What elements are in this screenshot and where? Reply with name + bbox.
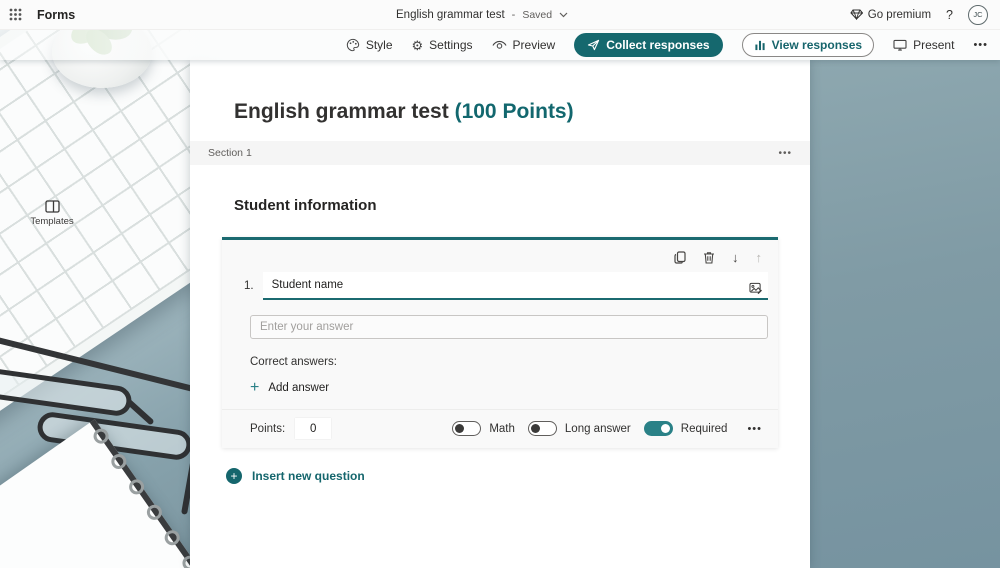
glasses-lens <box>0 366 133 417</box>
chevron-down-icon <box>559 12 568 18</box>
gear-icon: ⚙ <box>412 39 424 52</box>
present-label: Present <box>913 38 954 52</box>
long-answer-toggle-switch[interactable] <box>528 421 557 436</box>
forms-app-window: Templates Forms English grammar test - S… <box>0 0 1000 568</box>
insert-new-question-label: Insert new question <box>252 469 365 483</box>
view-responses-label: View responses <box>772 38 863 52</box>
preview-label: Preview <box>513 38 556 52</box>
settings-button[interactable]: ⚙ Settings <box>412 38 473 52</box>
move-question-up-button: ↑ <box>756 251 763 264</box>
points-input[interactable] <box>295 418 331 439</box>
send-icon <box>587 39 600 51</box>
correct-answers-label: Correct answers: <box>250 356 778 368</box>
math-toggle-switch[interactable] <box>452 421 481 436</box>
collect-responses-label: Collect responses <box>606 38 709 52</box>
section-label: Section 1 <box>208 147 252 159</box>
question-title-row: 1. <box>244 272 768 300</box>
style-label: Style <box>366 38 393 52</box>
form-canvas: English grammar test (100 Points) Sectio… <box>190 60 810 568</box>
go-premium-label: Go premium <box>868 9 931 21</box>
move-question-down-button[interactable]: ↓ <box>732 251 739 264</box>
templates-label: Templates <box>28 216 76 227</box>
answer-preview-input[interactable] <box>250 315 768 339</box>
question-card: ↓ ↑ 1. Cor <box>222 237 778 448</box>
eye-icon <box>492 40 507 50</box>
section-heading[interactable]: Student information <box>234 197 810 214</box>
document-title-group[interactable]: English grammar test - Saved <box>396 0 568 30</box>
math-toggle-label: Math <box>489 423 515 435</box>
app-name: Forms <box>37 8 75 22</box>
plus-circle-icon: + <box>226 468 242 484</box>
insert-media-icon[interactable] <box>749 282 762 294</box>
points-label: Points: <box>250 423 285 435</box>
question-number: 1. <box>244 280 254 300</box>
style-button[interactable]: Style <box>346 38 393 52</box>
question-actions: ↓ ↑ <box>222 240 778 264</box>
diamond-icon <box>850 9 863 20</box>
editor-toolbar: Style ⚙ Settings Preview Collect respons… <box>0 30 1000 60</box>
templates-icon <box>45 200 60 213</box>
account-avatar[interactable]: JC <box>968 5 988 25</box>
settings-label: Settings <box>429 38 472 52</box>
plus-icon: + <box>250 380 259 396</box>
collect-responses-button[interactable]: Collect responses <box>574 33 722 57</box>
present-button[interactable]: Present <box>893 38 954 52</box>
question-title-input[interactable] <box>263 272 768 300</box>
bar-chart-icon <box>754 39 766 51</box>
preview-button[interactable]: Preview <box>492 38 556 52</box>
view-responses-button[interactable]: View responses <box>742 33 875 57</box>
long-answer-toggle[interactable]: Long answer <box>528 421 631 436</box>
glasses-bridge <box>125 398 154 425</box>
question-more-button[interactable]: ••• <box>747 423 762 435</box>
required-toggle[interactable]: Required <box>644 421 728 436</box>
app-launcher-waffle-icon[interactable] <box>9 8 22 21</box>
math-toggle[interactable]: Math <box>452 421 515 436</box>
duplicate-question-button[interactable] <box>674 251 686 264</box>
form-title[interactable]: English grammar test (100 Points) <box>234 100 810 124</box>
save-status: Saved <box>522 9 552 21</box>
toolbar-more-button[interactable]: ••• <box>973 39 988 51</box>
help-button[interactable]: ? <box>946 8 953 22</box>
section-more-button[interactable]: ••• <box>778 148 792 159</box>
palette-icon <box>346 38 360 52</box>
top-app-bar: Forms English grammar test - Saved Go pr… <box>0 0 1000 30</box>
templates-button[interactable]: Templates <box>28 200 76 227</box>
title-divider: - <box>512 9 516 21</box>
desk-surface-right <box>810 30 1000 568</box>
go-premium-button[interactable]: Go premium <box>850 9 931 21</box>
long-answer-toggle-label: Long answer <box>565 423 631 435</box>
add-answer-label: Add answer <box>268 382 329 394</box>
copy-icon <box>674 251 686 264</box>
insert-new-question-button[interactable]: + Insert new question <box>226 468 365 484</box>
required-toggle-switch[interactable] <box>644 421 673 436</box>
add-answer-button[interactable]: + Add answer <box>250 380 329 396</box>
trash-icon <box>703 251 715 264</box>
required-toggle-label: Required <box>681 423 728 435</box>
form-points-total: (100 Points) <box>455 100 574 123</box>
desk-photo-background: Templates <box>0 30 190 568</box>
document-title: English grammar test <box>396 9 505 21</box>
monitor-icon <box>893 39 907 51</box>
question-footer: Points: Math Long answer Required <box>222 409 778 448</box>
form-title-text: English grammar test <box>234 100 449 123</box>
section-bar: Section 1 ••• <box>190 141 810 165</box>
delete-question-button[interactable] <box>703 251 715 264</box>
